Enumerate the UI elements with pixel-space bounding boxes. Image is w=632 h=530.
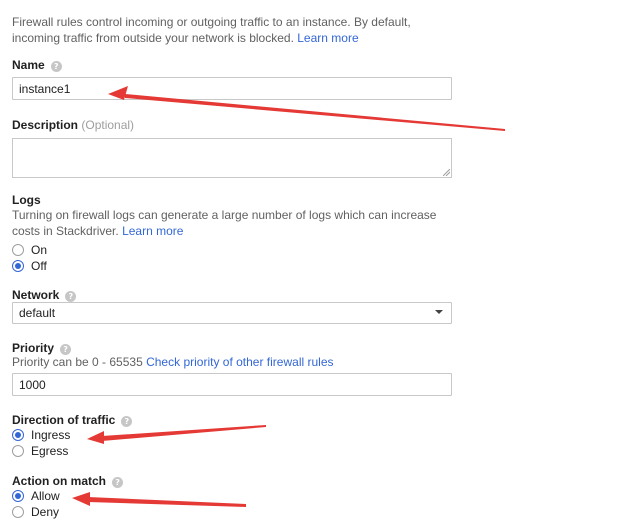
logs-help-line-2: costs in Stackdriver. — [12, 224, 119, 238]
name-help-icon[interactable]: ? — [50, 61, 62, 72]
priority-input-value: 1000 — [19, 377, 46, 392]
priority-label-text: Priority — [12, 341, 55, 355]
logs-radio-off-label: Off — [31, 258, 47, 273]
radio-egress-icon[interactable] — [12, 444, 24, 457]
action-radio-allow[interactable]: Allow — [12, 488, 60, 503]
priority-input[interactable]: 1000 — [12, 373, 452, 396]
direction-help-icon[interactable]: ? — [121, 416, 133, 427]
action-radio-deny[interactable]: Deny — [12, 504, 59, 519]
logs-learn-more-link[interactable]: Learn more — [122, 224, 183, 238]
network-label-text: Network — [12, 288, 60, 302]
direction-label-text: Direction of traffic — [12, 413, 116, 427]
network-label: Network? — [12, 288, 77, 303]
action-allow-label: Allow — [31, 488, 60, 503]
network-select-value: default — [19, 306, 56, 320]
direction-label: Direction of traffic? — [12, 413, 133, 428]
description-label-text: Description — [12, 118, 79, 132]
logs-radio-on[interactable]: On — [12, 242, 47, 257]
intro-learn-more-link[interactable]: Learn more — [297, 31, 358, 45]
name-input[interactable]: instance1 — [12, 77, 452, 100]
direction-radio-egress[interactable]: Egress — [12, 443, 68, 458]
arrow-to-allow-icon — [72, 492, 246, 507]
direction-ingress-label: Ingress — [31, 427, 71, 442]
direction-egress-label: Egress — [31, 443, 69, 458]
action-label-text: Action on match — [12, 474, 107, 488]
logs-help-line-1: Turning on firewall logs can generate a … — [12, 208, 437, 222]
radio-on-icon[interactable] — [12, 243, 24, 256]
description-optional-text: (Optional) — [81, 118, 135, 132]
radio-allow-icon[interactable] — [12, 489, 24, 502]
action-label: Action on match? — [12, 474, 124, 489]
radio-off-icon[interactable] — [12, 259, 24, 272]
description-label: Description (Optional) — [12, 118, 134, 133]
action-help-icon[interactable]: ? — [112, 477, 124, 488]
priority-check-link[interactable]: Check priority of other firewall rules — [146, 355, 333, 369]
radio-deny-icon[interactable] — [12, 505, 24, 518]
dropdown-arrow-icon — [435, 310, 443, 314]
logs-label: Logs — [12, 193, 41, 207]
priority-help-text: Priority can be 0 - 65535 Check priority… — [12, 354, 334, 370]
description-textarea[interactable] — [12, 138, 452, 178]
logs-radio-off[interactable]: Off — [12, 258, 47, 273]
resize-handle-icon[interactable] — [443, 169, 450, 176]
name-label: Name? — [12, 58, 62, 73]
radio-ingress-icon[interactable] — [12, 428, 24, 441]
intro-text: Firewall rules control incoming or outgo… — [12, 14, 612, 46]
priority-help-range: Priority can be 0 - 65535 — [12, 355, 143, 369]
intro-line-2: incoming traffic from outside your netwo… — [12, 31, 294, 45]
intro-line-1: Firewall rules control incoming or outgo… — [12, 15, 411, 29]
action-deny-label: Deny — [31, 504, 60, 519]
direction-radio-ingress[interactable]: Ingress — [12, 427, 70, 442]
name-input-value: instance1 — [19, 81, 71, 96]
name-label-text: Name — [12, 58, 45, 72]
network-select[interactable]: default — [12, 302, 452, 324]
network-help-icon[interactable]: ? — [65, 291, 77, 302]
logs-help-text: Turning on firewall logs can generate a … — [12, 207, 612, 239]
logs-radio-on-label: On — [31, 242, 48, 257]
